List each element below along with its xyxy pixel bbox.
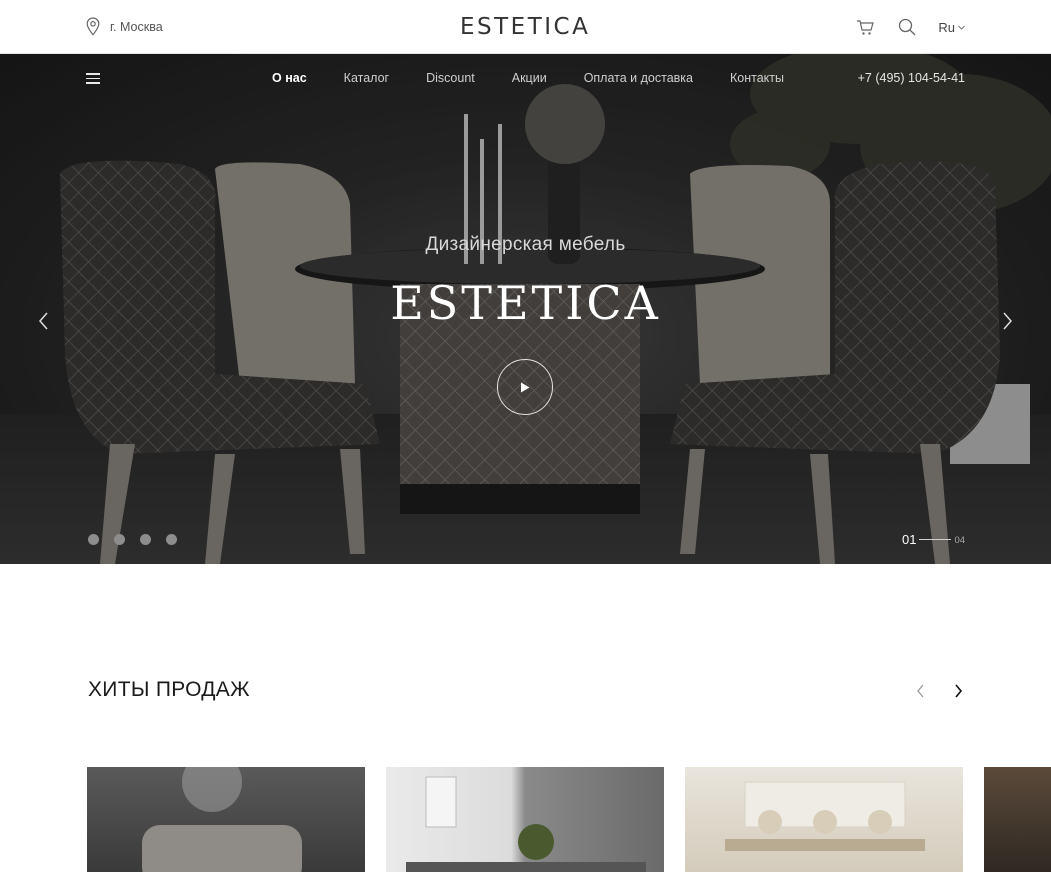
hero-prev-arrow[interactable] [36,310,52,332]
slide-progress-line [919,539,952,540]
product-card[interactable] [386,767,664,872]
nav-item-discount[interactable]: Discount [426,71,475,85]
location[interactable]: г. Москва [86,17,163,36]
chevron-right-icon [1003,312,1012,330]
slide-current: 01 [902,532,917,547]
slide-counter: 01 04 [902,532,965,547]
nav-item-promotions[interactable]: Акции [512,71,547,85]
facebook-icon[interactable] [114,534,125,545]
nav-item-payment-delivery[interactable]: Оплата и доставка [584,71,693,85]
language-label: Ru [938,19,955,35]
logo[interactable]: ESTETICA [460,14,590,40]
hero-subtitle: Дизайнерская мебель [425,234,626,255]
language-selector[interactable]: Ru [938,20,965,35]
product-card[interactable] [685,767,963,872]
top-bar: г. Москва ESTETICA Ru [0,0,1051,54]
search-icon[interactable] [896,16,918,38]
bestsellers-next-arrow[interactable] [952,683,964,699]
youtube-icon[interactable] [166,534,177,545]
section-title-bestsellers: ХИТЫ ПРОДАЖ [88,678,250,701]
bestsellers-prev-arrow[interactable] [915,683,927,699]
play-icon [521,382,530,392]
vk-icon[interactable] [140,534,151,545]
location-pin-icon [86,17,100,36]
slide-total: 04 [954,535,966,546]
phone-number[interactable]: +7 (495) 104-54-41 [858,71,965,85]
menu-burger-icon[interactable] [86,73,100,84]
social-links [88,534,177,545]
nav-item-catalog[interactable]: Каталог [344,71,389,85]
product-card[interactable] [984,767,1051,872]
chevron-down-icon [958,25,965,30]
location-text: г. Москва [110,19,163,34]
nav-item-contacts[interactable]: Контакты [730,71,784,85]
bestsellers-arrows [915,683,964,699]
hero-title: ESTETICA [390,276,661,330]
product-image [142,767,302,872]
hero-next-arrow[interactable] [999,310,1015,332]
nav-item-about[interactable]: О нас [272,71,307,85]
cart-icon[interactable] [854,16,876,38]
nav-menu: О нас Каталог Discount Акции Оплата и до… [272,71,821,85]
instagram-icon[interactable] [88,534,99,545]
product-image [725,781,925,851]
play-video-button[interactable] [497,359,553,415]
product-card[interactable] [87,767,365,872]
chevron-left-icon [39,312,48,330]
product-image [406,776,646,872]
chevron-right-icon [955,684,963,698]
main-nav: О нас Каталог Discount Акции Оплата и до… [0,54,1051,102]
chevron-left-icon [917,684,924,698]
hero-slider: О нас Каталог Discount Акции Оплата и до… [0,54,1051,564]
